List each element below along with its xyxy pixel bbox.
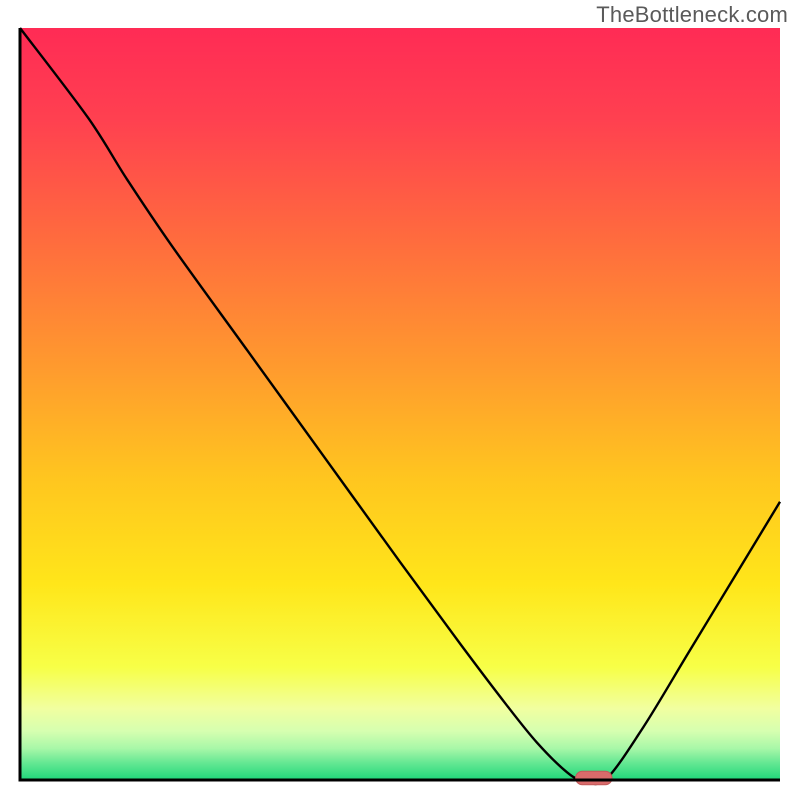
gradient-background — [20, 28, 780, 780]
optimum-marker — [576, 771, 612, 785]
chart-container: { "watermark": "TheBottleneck.com", "col… — [0, 0, 800, 800]
bottleneck-chart — [0, 0, 800, 800]
